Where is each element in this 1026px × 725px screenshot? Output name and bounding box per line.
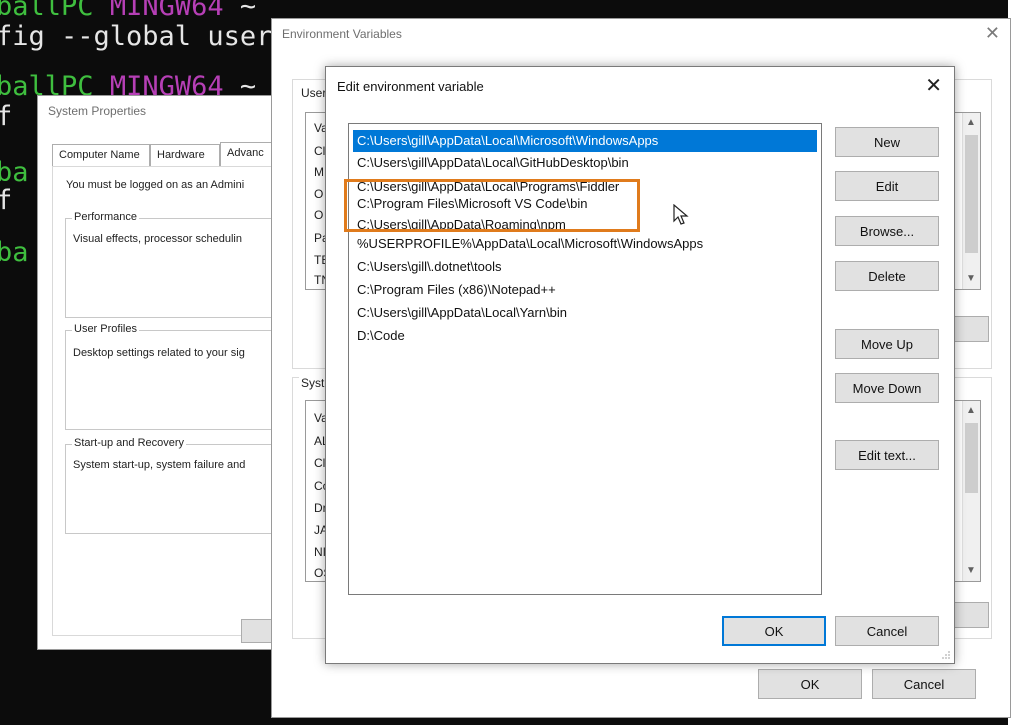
- terminal-command-line: f: [0, 101, 13, 132]
- admin-note: You must be logged on as an Admini: [66, 179, 245, 191]
- user-vars-scrollbar[interactable]: ▲ ▼: [962, 113, 980, 289]
- startup-recovery-desc: System start-up, system failure and: [73, 459, 246, 471]
- environment-variables-title: Environment Variables: [282, 27, 402, 41]
- env-cancel-button[interactable]: Cancel: [872, 669, 976, 699]
- cancel-button[interactable]: Cancel: [835, 616, 939, 646]
- list-item[interactable]: M: [314, 165, 324, 179]
- prompt-env: MINGW64: [109, 0, 224, 22]
- resize-grip-icon[interactable]: [941, 650, 951, 660]
- edit-variable-titlebar[interactable]: Edit environment variable ✕: [326, 67, 954, 105]
- terminal-command-line: f: [0, 185, 13, 216]
- path-list-item[interactable]: C:\Users\gill\AppData\Local\Microsoft\Wi…: [353, 130, 817, 152]
- system-properties-title: System Properties: [48, 104, 147, 118]
- path-list-item[interactable]: C:\Program Files (x86)\Notepad++: [353, 279, 817, 301]
- path-list-item[interactable]: %USERPROFILE%\AppData\Local\Microsoft\Wi…: [353, 233, 817, 255]
- tab-hardware[interactable]: Hardware: [150, 144, 220, 166]
- mouse-cursor-icon: [673, 204, 689, 225]
- edit-text-button[interactable]: Edit text...: [835, 440, 939, 470]
- scroll-thumb[interactable]: [965, 423, 978, 493]
- performance-desc: Visual effects, processor schedulin: [73, 233, 242, 245]
- close-icon[interactable]: ✕: [985, 23, 1000, 44]
- edit-variable-title: Edit environment variable: [337, 79, 484, 94]
- browse-button[interactable]: Browse...: [835, 216, 939, 246]
- user-profiles-label: User Profiles: [72, 323, 139, 335]
- scroll-down-icon[interactable]: ▼: [966, 565, 976, 576]
- user-profiles-desc: Desktop settings related to your sig: [73, 347, 245, 359]
- list-item[interactable]: Cl: [314, 144, 325, 158]
- list-item[interactable]: O: [314, 187, 323, 201]
- system-variables-label: Syst: [299, 376, 327, 390]
- move-down-button[interactable]: Move Down: [835, 373, 939, 403]
- path-list-item[interactable]: C:\Users\gill\AppData\Local\Yarn\bin: [353, 302, 817, 324]
- startup-recovery-label: Start-up and Recovery: [72, 437, 187, 449]
- system-vars-scrollbar[interactable]: ▲ ▼: [962, 401, 980, 581]
- performance-label: Performance: [72, 211, 139, 223]
- scroll-down-icon[interactable]: ▼: [966, 273, 976, 284]
- delete-button[interactable]: Delete: [835, 261, 939, 291]
- user-variables-label: User: [299, 86, 329, 100]
- scroll-thumb[interactable]: [965, 135, 978, 253]
- tab-computer-name[interactable]: Computer Name: [52, 144, 150, 166]
- environment-variables-titlebar[interactable]: Environment Variables ✕: [272, 19, 1010, 49]
- path-list-item[interactable]: C:\Users\gill\.dotnet\tools: [353, 256, 817, 278]
- highlight-annotation: [344, 179, 640, 232]
- list-item[interactable]: Cl: [314, 456, 325, 470]
- path-list-item[interactable]: C:\Users\gill\AppData\Local\GitHubDeskto…: [353, 152, 817, 174]
- ok-button[interactable]: OK: [722, 616, 826, 646]
- prompt-tail: ~: [223, 0, 257, 22]
- list-item[interactable]: O: [314, 208, 323, 222]
- terminal-prompt-line: ba: [0, 157, 29, 188]
- edit-button[interactable]: Edit: [835, 171, 939, 201]
- env-ok-button[interactable]: OK: [758, 669, 862, 699]
- terminal-prompt-line: ballPC MINGW64 ~: [0, 0, 256, 22]
- close-icon[interactable]: ✕: [925, 73, 942, 98]
- move-up-button[interactable]: Move Up: [835, 329, 939, 359]
- terminal-command-line: fig --global user: [0, 21, 273, 52]
- new-button[interactable]: New: [835, 127, 939, 157]
- path-list-item[interactable]: D:\Code: [353, 325, 817, 347]
- scroll-up-icon[interactable]: ▲: [966, 405, 976, 416]
- terminal-prompt-line: ba: [0, 237, 29, 268]
- prompt-user: ballPC: [0, 0, 94, 22]
- edit-environment-variable-dialog: Edit environment variable ✕ C:\Users\gil…: [325, 66, 955, 664]
- scroll-up-icon[interactable]: ▲: [966, 117, 976, 128]
